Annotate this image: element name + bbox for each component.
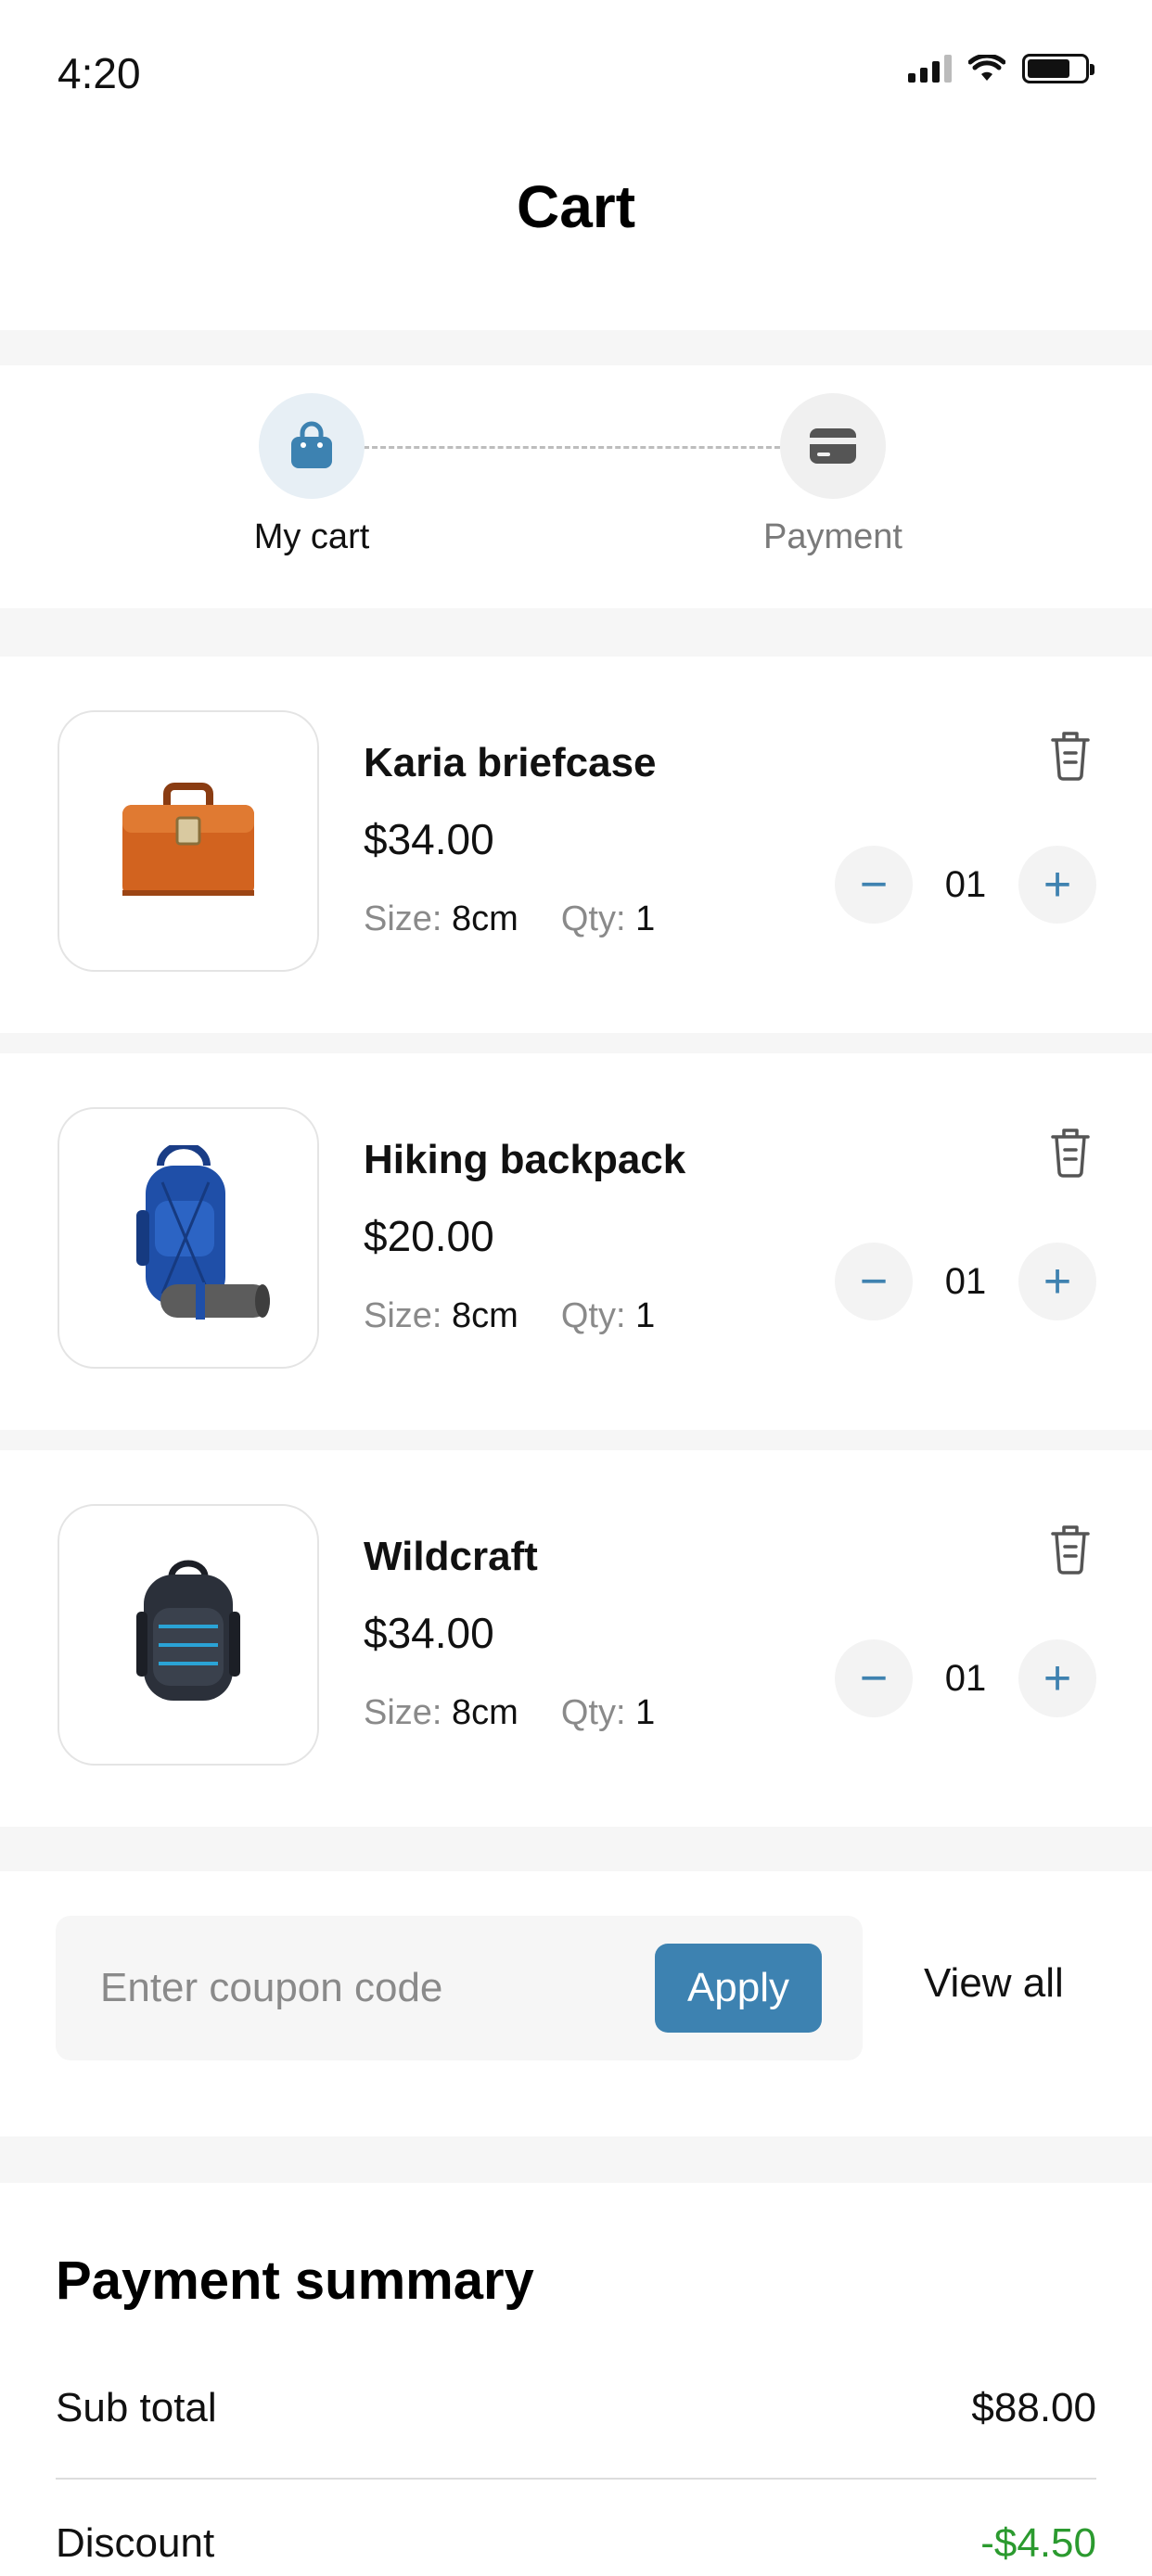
product-meta: Size: 8cm Qty: 1 [364,899,655,939]
product-name[interactable]: Karia briefcase [364,740,657,786]
summary-label: Discount [56,2520,215,2566]
section-divider [0,608,1152,657]
shopping-bag-icon [291,421,332,468]
summary-label: Sub total [56,2385,217,2430]
delete-button[interactable] [1043,725,1098,784]
product-image[interactable] [58,710,319,972]
step-payment-circle [780,393,886,499]
status-icons [908,54,1094,83]
payment-summary-title: Payment summary [56,2251,534,2311]
size-info: Size: 8cm [364,1296,518,1336]
step-my-cart[interactable]: My cart [173,393,451,557]
size-info: Size: 8cm [364,1693,518,1733]
coupon-code-input[interactable] [100,1958,620,2019]
product-image[interactable] [58,1504,319,1766]
size-label: Size: [364,1693,442,1732]
step-payment[interactable]: Payment [694,393,972,557]
view-all-coupons-link[interactable]: View all [924,1960,1064,2007]
header: Cart [0,139,1152,330]
page-title: Cart [516,173,636,240]
product-meta: Size: 8cm Qty: 1 [364,1693,655,1733]
qty-value: 1 [635,1693,656,1732]
qty-info: Qty: 1 [561,1693,655,1733]
delete-button[interactable] [1043,1519,1098,1578]
step-label: My cart [253,517,370,556]
product-price: $34.00 [364,1609,494,1657]
increase-qty-button[interactable]: + [1018,846,1096,924]
cart-item: Hiking backpack $20.00 Size: 8cm Qty: 1 … [0,1053,1152,1430]
coupon-box: Apply [56,1916,863,2060]
product-price: $20.00 [364,1212,494,1260]
coupon-section: Apply View all [0,1871,1152,2136]
step-label: Payment [763,517,902,556]
checkout-stepper: My cart Payment [0,365,1152,608]
signal-icon [908,55,952,83]
cart-item: Karia briefcase $34.00 Size: 8cm Qty: 1 … [0,657,1152,1033]
size-value: 8cm [452,899,518,938]
quantity-stepper: − 01 + [835,846,1096,924]
section-divider [0,330,1152,365]
decrease-qty-button[interactable]: − [835,846,913,924]
product-image[interactable] [58,1107,319,1369]
section-divider [0,2136,1152,2183]
credit-card-icon [810,428,856,464]
status-time: 4:20 [58,49,141,97]
decrease-qty-button[interactable]: − [835,1639,913,1717]
quantity-value: 01 [944,1260,987,1302]
qty-value: 1 [635,1296,656,1335]
increase-qty-button[interactable]: + [1018,1639,1096,1717]
qty-value: 1 [635,899,656,938]
quantity-value: 01 [944,1657,987,1699]
payment-summary: Payment summary Sub total $88.00 Discoun… [0,2183,1152,2576]
size-label: Size: [364,899,442,938]
quantity-stepper: − 01 + [835,1243,1096,1320]
product-meta: Size: 8cm Qty: 1 [364,1296,655,1336]
size-value: 8cm [452,1296,518,1335]
summary-row-discount: Discount -$4.50 [56,2520,1096,2567]
laptop-backpack-image [136,1560,240,1701]
product-name[interactable]: Wildcraft [364,1534,538,1580]
step-my-cart-circle [259,393,365,499]
size-label: Size: [364,1296,442,1335]
product-name[interactable]: Hiking backpack [364,1137,685,1183]
decrease-qty-button[interactable]: − [835,1243,913,1320]
section-divider [0,1827,1152,1871]
qty-label: Qty: [560,1693,626,1732]
item-divider [0,1430,1152,1450]
summary-value: $88.00 [971,2385,1096,2430]
delete-button[interactable] [1043,1122,1098,1181]
quantity-value: 01 [944,863,987,905]
item-divider [0,1033,1152,1053]
trash-icon [1051,1525,1090,1575]
summary-value: -$4.50 [980,2520,1096,2566]
summary-divider [56,2478,1096,2480]
apply-coupon-button[interactable]: Apply [655,1944,822,2033]
quantity-stepper: − 01 + [835,1639,1096,1717]
qty-info: Qty: 1 [561,1296,655,1336]
qty-label: Qty: [560,1296,626,1335]
size-value: 8cm [452,1693,518,1732]
increase-qty-button[interactable]: + [1018,1243,1096,1320]
wifi-icon [968,55,1005,81]
summary-row-subtotal: Sub total $88.00 [56,2385,1096,2431]
size-info: Size: 8cm [364,899,518,939]
hiking-backpack-image [136,1145,270,1320]
status-bar: 4:20 [0,0,1152,139]
briefcase-image [122,783,254,896]
trash-icon [1051,732,1090,781]
product-price: $34.00 [364,815,494,863]
cart-item: Wildcraft $34.00 Size: 8cm Qty: 1 − 01 + [0,1450,1152,1827]
qty-info: Qty: 1 [561,899,655,939]
trash-icon [1051,1129,1090,1178]
qty-label: Qty: [560,899,626,938]
battery-icon [1022,54,1094,83]
